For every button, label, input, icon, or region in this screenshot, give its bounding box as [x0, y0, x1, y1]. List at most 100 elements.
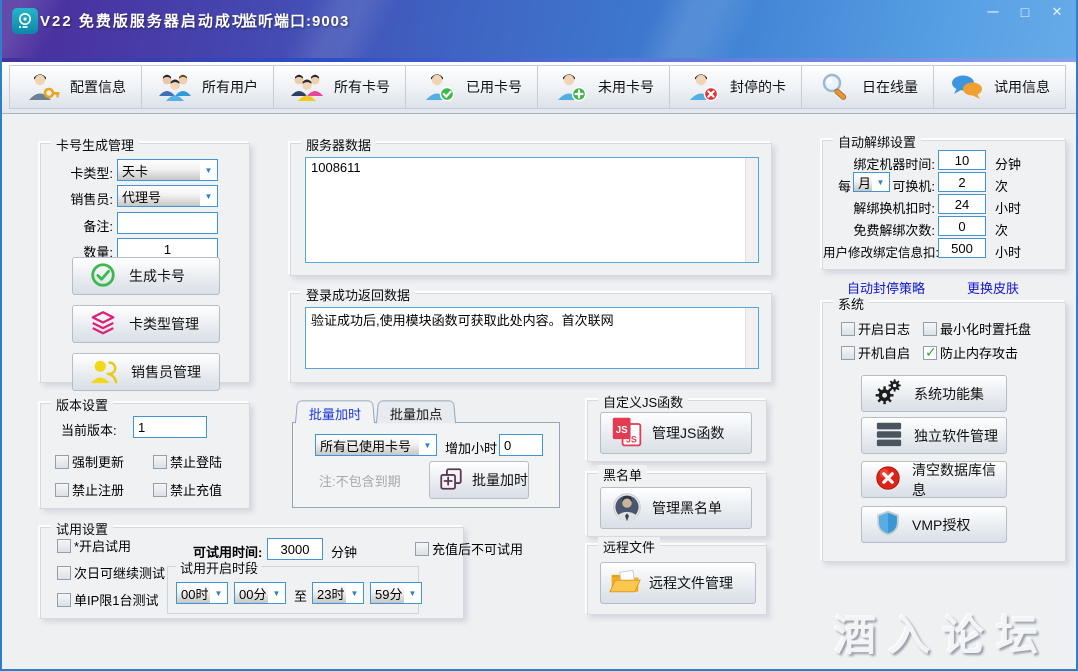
- remote-files-button[interactable]: 远程文件管理: [600, 562, 756, 604]
- maximize-button[interactable]: [1014, 3, 1036, 21]
- standalone-software-button[interactable]: 独立软件管理: [861, 417, 1007, 454]
- toolbar-button-daily-online[interactable]: 日在线量: [801, 65, 934, 109]
- card-type-manage-button[interactable]: 卡类型管理: [72, 305, 220, 343]
- single-ip-checkbox[interactable]: 单IP限1台测试: [57, 590, 159, 609]
- svg-text:JS: JS: [616, 424, 628, 435]
- toolbar-button-used-cards[interactable]: 已用卡号: [405, 65, 538, 109]
- scrollbar[interactable]: [745, 308, 758, 368]
- tab-batch-add-points[interactable]: 批量加点: [376, 400, 456, 423]
- seller-manage-button[interactable]: 销售员管理: [72, 353, 220, 391]
- chevron-down-icon: [872, 173, 889, 191]
- manage-blacklist-button[interactable]: 管理黑名单: [600, 487, 752, 529]
- autostart-checkbox[interactable]: 开机自启: [841, 343, 910, 362]
- generate-cards-button[interactable]: 生成卡号: [72, 257, 220, 295]
- checkbox-label: 防止内存攻击: [940, 343, 1018, 362]
- toolbar-button-banned-cards[interactable]: 封停的卡: [669, 65, 802, 109]
- start-minute-select[interactable]: 00分: [234, 582, 286, 604]
- checkbox-box: [57, 539, 71, 553]
- chevron-down-icon: [404, 583, 421, 603]
- end-minute-select[interactable]: 59分: [370, 582, 422, 604]
- system-features-button[interactable]: 系统功能集: [861, 375, 1007, 412]
- panel-title: 服务器数据: [301, 135, 376, 154]
- vmp-license-button[interactable]: VMP授权: [861, 506, 1007, 543]
- button-label: 系统功能集: [914, 384, 984, 404]
- seller-value: 代理号: [118, 186, 200, 206]
- swap-count-input[interactable]: 2: [938, 172, 986, 192]
- minimize-tray-checkbox[interactable]: 最小化时置托盘: [923, 319, 1031, 338]
- free-unbind-input[interactable]: 0: [938, 216, 986, 236]
- manage-js-button[interactable]: JS JS 管理JS函数: [600, 412, 752, 454]
- server-data-textarea[interactable]: 1008611: [305, 157, 759, 263]
- nextday-trial-checkbox[interactable]: 次日可继续测试: [57, 563, 165, 582]
- deduct-unit: 小时: [995, 198, 1021, 217]
- panel-title: 系统: [833, 294, 869, 313]
- listen-port: 监听端口:9003: [242, 10, 349, 31]
- button-label: 独立软件管理: [914, 426, 998, 446]
- change-skin-link[interactable]: 更换皮肤: [967, 278, 1019, 297]
- user-plus-icon: [553, 71, 589, 103]
- remark-input[interactable]: [117, 212, 218, 234]
- login-return-panel: 登录成功返回数据 验证成功后,使用模块函数可获取此处内容。首次联网: [290, 293, 772, 383]
- toolbar-button-trial-info[interactable]: 试用信息: [933, 65, 1066, 109]
- current-version-label: 当前版本:: [61, 420, 117, 439]
- checkbox-box: [55, 483, 69, 497]
- server-data-content: 1008611: [311, 160, 361, 175]
- panel-title: 自定义JS函数: [598, 392, 688, 411]
- system-panel: 系统 开启日志 最小化时置托盘 开机自启 防止内存攻击: [822, 302, 1066, 562]
- login-return-textarea[interactable]: 验证成功后,使用模块函数可获取此处内容。首次联网: [305, 307, 759, 369]
- auto-unbind-panel: 自动解绑设置 绑定机器时间: 10 分钟 每 月 可换机: 2 次 解绑换机扣时…: [822, 140, 1066, 270]
- checkbox-box: [153, 455, 167, 469]
- card-type-label: 卡类型:: [41, 163, 113, 182]
- trial-time-input[interactable]: 3000: [267, 538, 323, 560]
- forbid-login-checkbox[interactable]: 禁止登陆: [153, 452, 222, 471]
- checkbox-label: 开启日志: [858, 319, 910, 338]
- seller-select[interactable]: 代理号: [117, 185, 218, 207]
- button-label: 卡类型管理: [129, 314, 199, 334]
- forbid-register-checkbox[interactable]: 禁止注册: [55, 480, 124, 499]
- start-hour-select[interactable]: 00时: [176, 582, 228, 604]
- memory-protect-checkbox[interactable]: 防止内存攻击: [923, 343, 1018, 362]
- batch-tab-body: 所有已使用卡号 增加小时 0 注:不包含到期 批量加时: [292, 422, 560, 508]
- magnifier-icon: [817, 71, 853, 103]
- batch-target-select[interactable]: 所有已使用卡号: [315, 434, 437, 456]
- checkbox-box: [415, 542, 429, 556]
- batch-add-time-button[interactable]: 批量加时: [429, 461, 529, 499]
- enable-trial-checkbox[interactable]: *开启试用: [57, 536, 131, 555]
- checkbox-label: 禁止充值: [170, 480, 222, 499]
- add-hours-input[interactable]: 0: [499, 434, 543, 456]
- modify-deduct-input[interactable]: 500: [938, 238, 986, 258]
- deduct-input[interactable]: 24: [938, 194, 986, 214]
- remote-files-panel: 远程文件 远程文件管理: [587, 545, 767, 615]
- toolbar-button-config[interactable]: 配置信息: [9, 65, 142, 109]
- start-hour-value: 00时: [177, 583, 210, 603]
- button-label: 管理黑名单: [652, 498, 722, 518]
- forbid-recharge-checkbox[interactable]: 禁止充值: [153, 480, 222, 499]
- card-type-select[interactable]: 天卡: [117, 159, 218, 181]
- panel-title: 远程文件: [598, 537, 660, 556]
- current-version-input[interactable]: 1: [133, 416, 207, 438]
- end-hour-select[interactable]: 23时: [312, 582, 364, 604]
- checkbox-label: 禁止注册: [72, 480, 124, 499]
- app-window: V22 免费版服务器启动成功 监听端口:9003 配置信息: [0, 0, 1078, 671]
- swap-unit: 次: [995, 176, 1008, 195]
- toolbar-button-all-cards[interactable]: 所有卡号: [273, 65, 406, 109]
- panel-title: 黑名单: [598, 465, 647, 484]
- tab-batch-add-time[interactable]: 批量加时: [295, 400, 375, 423]
- stack-icon: [874, 420, 904, 451]
- button-label: 生成卡号: [129, 266, 185, 286]
- minimize-button[interactable]: [982, 3, 1004, 21]
- bind-time-input[interactable]: 10: [938, 150, 986, 170]
- no-trial-after-recharge-checkbox[interactable]: 充值后不可试用: [415, 539, 523, 558]
- bind-time-label: 绑定机器时间:: [823, 154, 935, 173]
- toolbar-button-all-users[interactable]: 所有用户: [141, 65, 274, 109]
- card-type-value: 天卡: [118, 160, 200, 180]
- force-update-checkbox[interactable]: 强制更新: [55, 452, 124, 471]
- toolbar-button-unused-cards[interactable]: 未用卡号: [537, 65, 670, 109]
- scrollbar[interactable]: [745, 158, 758, 262]
- login-return-content: 验证成功后,使用模块函数可获取此处内容。首次联网: [311, 313, 614, 328]
- close-button[interactable]: [1046, 3, 1068, 21]
- users-icon: [157, 71, 193, 103]
- clear-database-button[interactable]: 清空数据库信息: [861, 461, 1007, 498]
- enable-log-checkbox[interactable]: 开启日志: [841, 319, 910, 338]
- period-select[interactable]: 月: [853, 172, 890, 192]
